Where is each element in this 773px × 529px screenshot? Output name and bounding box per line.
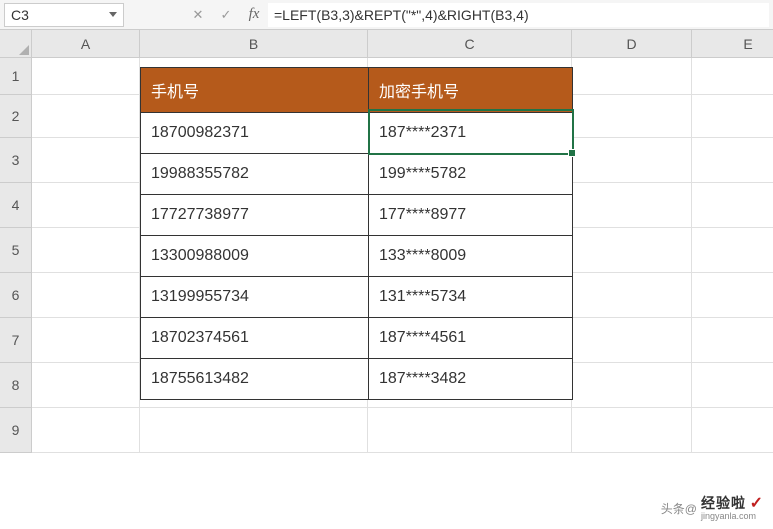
cell-D7[interactable] [572,318,692,363]
cell-E6[interactable] [692,273,773,318]
col-header-B[interactable]: B [140,30,368,58]
cell-D5[interactable] [572,228,692,273]
row-header-1[interactable]: 1 [0,58,32,95]
fx-icon[interactable]: fx [240,3,268,27]
cell-E4[interactable] [692,183,773,228]
table-row: 17727738977177****8977 [141,195,573,236]
cell-D4[interactable] [572,183,692,228]
cell-E8[interactable] [692,363,773,408]
row-header-6[interactable]: 6 [0,273,32,318]
formula-text: =LEFT(B3,3)&REPT("*",4)&RIGHT(B3,4) [274,7,529,23]
cell-A7[interactable] [32,318,140,363]
row-header-7[interactable]: 7 [0,318,32,363]
row-header-2[interactable]: 2 [0,95,32,138]
phone-cell[interactable]: 17727738977 [141,195,369,236]
col-header-D[interactable]: D [572,30,692,58]
table-row: 18702374561187****4561 [141,318,573,359]
cell-E3[interactable] [692,138,773,183]
masked-cell[interactable]: 199****5782 [369,154,573,195]
row-header-8[interactable]: 8 [0,363,32,408]
data-table: 手机号 加密手机号 18700982371187****237119988355… [140,67,573,400]
cancel-icon[interactable]: ✕ [184,3,212,27]
check-icon: ✓ [750,495,763,512]
masked-cell[interactable]: 187****3482 [369,359,573,400]
cell-A9[interactable] [32,408,140,453]
formula-bar: C3 ✕ ✓ fx =LEFT(B3,3)&REPT("*",4)&RIGHT(… [0,0,773,30]
cell-E2[interactable] [692,95,773,138]
table-row: 18700982371187****2371 [141,113,573,154]
phone-cell[interactable]: 18702374561 [141,318,369,359]
masked-cell[interactable]: 131****5734 [369,277,573,318]
cell-A3[interactable] [32,138,140,183]
watermark-sub: jingyanla.com [701,512,756,521]
watermark-prefix: 头条@ [661,500,697,517]
masked-cell[interactable]: 187****2371 [369,113,573,154]
col-header-A[interactable]: A [32,30,140,58]
chevron-down-icon[interactable] [109,12,117,17]
watermark: 头条@ 经验啦 ✓ jingyanla.com [661,496,763,521]
row-header-9[interactable]: 9 [0,408,32,453]
row-header-5[interactable]: 5 [0,228,32,273]
cell-C9[interactable] [368,408,572,453]
formula-input[interactable]: =LEFT(B3,3)&REPT("*",4)&RIGHT(B3,4) [268,3,769,27]
name-box-value: C3 [11,7,29,23]
col-header-E[interactable]: E [692,30,773,58]
cell-E5[interactable] [692,228,773,273]
name-box[interactable]: C3 [4,3,124,27]
cell-A5[interactable] [32,228,140,273]
col-header-C[interactable]: C [368,30,572,58]
phone-cell[interactable]: 18700982371 [141,113,369,154]
table-row: 13199955734131****5734 [141,277,573,318]
phone-cell[interactable]: 13300988009 [141,236,369,277]
masked-cell[interactable]: 133****8009 [369,236,573,277]
table-row: 18755613482187****3482 [141,359,573,400]
spreadsheet-grid: 123456789 ABCDE 手机号 加密手机号 18700982371187… [0,30,773,529]
cell-B9[interactable] [140,408,368,453]
table-header-masked[interactable]: 加密手机号 [369,68,573,113]
masked-cell[interactable]: 187****4561 [369,318,573,359]
cell-D3[interactable] [572,138,692,183]
cell-A6[interactable] [32,273,140,318]
cell-A4[interactable] [32,183,140,228]
cell-E7[interactable] [692,318,773,363]
phone-cell[interactable]: 13199955734 [141,277,369,318]
watermark-brand: 经验啦 [701,495,746,511]
phone-cell[interactable]: 19988355782 [141,154,369,195]
table-header-phone[interactable]: 手机号 [141,68,369,113]
cell-D2[interactable] [572,95,692,138]
cell-E9[interactable] [692,408,773,453]
cell-D9[interactable] [572,408,692,453]
cell-A2[interactable] [32,95,140,138]
cell-A1[interactable] [32,58,140,95]
accept-icon[interactable]: ✓ [212,3,240,27]
phone-cell[interactable]: 18755613482 [141,359,369,400]
cell-E1[interactable] [692,58,773,95]
cell-D8[interactable] [572,363,692,408]
select-all-corner[interactable] [0,30,32,58]
table-row: 19988355782199****5782 [141,154,573,195]
cell-A8[interactable] [32,363,140,408]
masked-cell[interactable]: 177****8977 [369,195,573,236]
cell-D1[interactable] [572,58,692,95]
row-header-4[interactable]: 4 [0,183,32,228]
table-row: 13300988009133****8009 [141,236,573,277]
row-header-3[interactable]: 3 [0,138,32,183]
cell-D6[interactable] [572,273,692,318]
